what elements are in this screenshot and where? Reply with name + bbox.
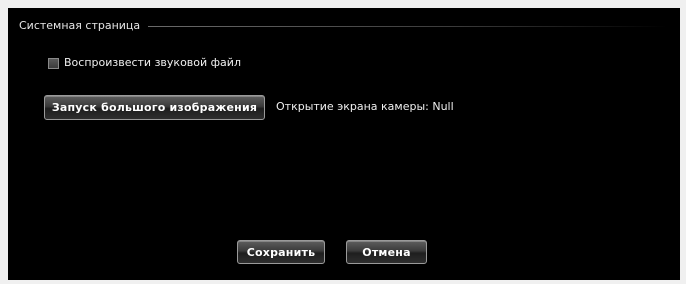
play-sound-label[interactable]: Воспроизвести звуковой файл [64,56,241,70]
group-box-divider [148,25,667,27]
camera-screen-status: Открытие экрана камеры: Null [276,100,454,113]
group-box-header: Системная страница [19,19,667,33]
group-box-title: Системная страница [19,19,141,32]
launch-large-image-button[interactable]: Запуск большого изображения [44,95,265,120]
cancel-button[interactable]: Отмена [346,240,427,264]
save-button[interactable]: Сохранить [237,240,325,264]
play-sound-checkbox[interactable] [48,57,59,69]
system-page-panel: Системная страница Воспроизвести звуково… [8,8,680,280]
play-sound-checkbox-row[interactable]: Воспроизвести звуковой файл [48,56,241,70]
